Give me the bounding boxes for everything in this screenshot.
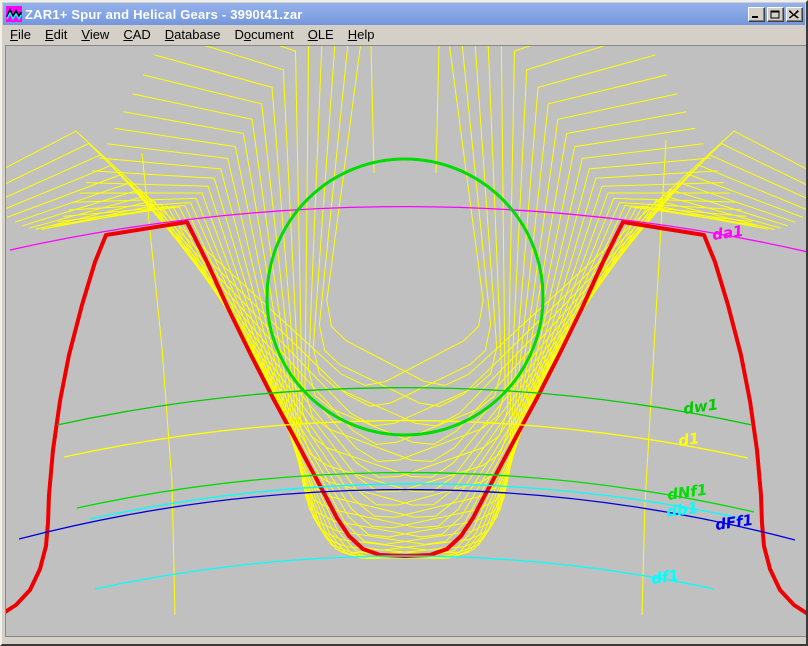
maximize-icon	[770, 10, 781, 19]
measure-ball-circle	[267, 159, 543, 435]
generation-line	[36, 75, 667, 517]
generation-line	[74, 183, 724, 559]
generation-line	[53, 128, 696, 544]
generation-line	[29, 55, 656, 505]
menu-file[interactable]: File	[3, 26, 38, 43]
label-dw1: dw1	[682, 395, 719, 418]
label-dFf1: dFf1	[714, 511, 754, 534]
menu-bar: File Edit View CAD Database Document OLE…	[2, 25, 806, 43]
construction-line	[436, 46, 439, 173]
diameter-arc-dw1	[57, 388, 752, 425]
drawing-canvas[interactable]: da1dw1d1dNf1db1dFf1df1	[5, 45, 807, 637]
menu-view[interactable]: View	[74, 26, 116, 43]
app-icon	[6, 6, 22, 22]
menu-document[interactable]: Document	[227, 26, 300, 43]
diameter-arc-df1	[95, 556, 714, 589]
title-bar: ZAR1+ Spur and Helical Gears - 3990t41.z…	[3, 3, 805, 25]
close-button[interactable]	[786, 7, 803, 22]
label-df1: df1	[650, 566, 680, 588]
construction-line	[371, 46, 374, 173]
label-d1: d1	[677, 429, 700, 450]
menu-help[interactable]: Help	[341, 26, 382, 43]
menu-cad[interactable]: CAD	[116, 26, 157, 43]
minimize-icon	[751, 10, 762, 19]
close-icon	[789, 10, 800, 19]
menu-ole[interactable]: OLE	[301, 26, 341, 43]
generation-line	[143, 75, 774, 517]
generation-line	[115, 128, 758, 544]
maximize-button[interactable]	[767, 7, 784, 22]
window-controls	[748, 7, 803, 22]
menu-database[interactable]: Database	[158, 26, 228, 43]
gear-diagram: da1dw1d1dNf1db1dFf1df1	[6, 46, 806, 636]
minimize-button[interactable]	[748, 7, 765, 22]
menu-edit[interactable]: Edit	[38, 26, 74, 43]
label-da1: da1	[711, 222, 744, 244]
window-title: ZAR1+ Spur and Helical Gears - 3990t41.z…	[25, 7, 748, 22]
generation-line	[6, 46, 544, 385]
app-window: ZAR1+ Spur and Helical Gears - 3990t41.z…	[0, 0, 808, 646]
